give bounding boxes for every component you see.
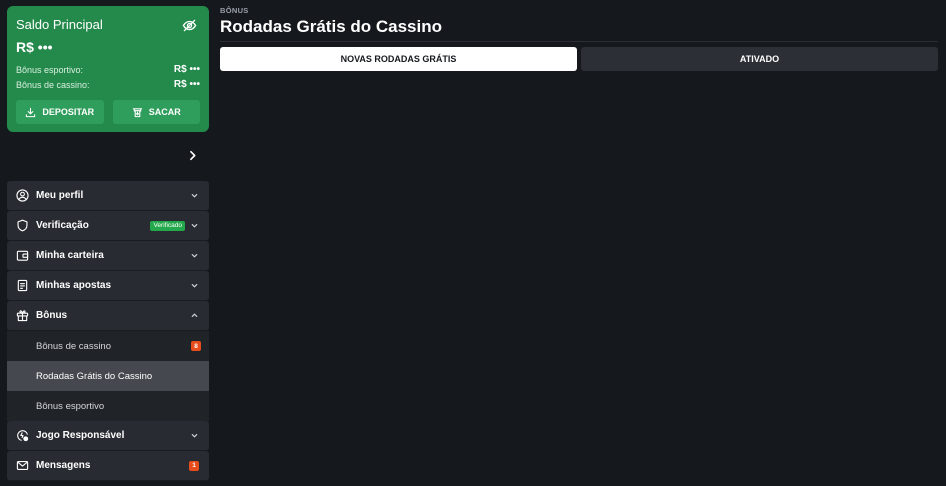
submenu-item-casino-bonus[interactable]: Bônus de cassino 8: [7, 331, 209, 361]
balance-actions: DEPOSITAR SACAR: [16, 100, 200, 124]
download-icon: [25, 107, 36, 118]
gift-icon: [16, 309, 29, 322]
menu-item-bonus[interactable]: Bônus: [7, 301, 209, 331]
withdraw-button[interactable]: SACAR: [112, 100, 200, 124]
user-circle-icon: [16, 189, 29, 202]
sports-bonus-label: Bônus esportivo:: [16, 64, 84, 75]
menu-item-label: Mensagens: [36, 460, 91, 471]
deposit-button[interactable]: DEPOSITAR: [16, 100, 104, 124]
wallet-icon: [16, 249, 29, 262]
balance-title: Saldo Principal: [16, 17, 103, 32]
balance-card: Saldo Principal R$ ••• Bônus esportivo: …: [7, 6, 209, 132]
free-spins-tabs: NOVAS RODADAS GRÁTIS ATIVADO: [220, 47, 938, 71]
chevron-right-icon[interactable]: [186, 149, 199, 162]
shield-icon: [16, 219, 29, 232]
withdraw-icon: [132, 107, 143, 118]
responsible-gaming-icon: [16, 429, 29, 442]
submenu-item-label: Bônus de cassino: [36, 340, 111, 352]
submenu-item-label: Rodadas Grátis do Cassino: [36, 370, 153, 382]
chevron-down-icon: [190, 251, 199, 260]
chevron-down-icon: [190, 431, 199, 440]
casino-bonus-count-badge: 8: [191, 341, 201, 351]
withdraw-label: SACAR: [148, 107, 181, 117]
chevron-down-icon: [190, 281, 199, 290]
casino-bonus-value: R$ •••: [173, 79, 200, 90]
title-divider: [220, 41, 938, 42]
submenu-item-free-spins[interactable]: Rodadas Grátis do Cassino: [7, 361, 209, 391]
casino-bonus-row: Bônus de cassino: R$ •••: [16, 77, 200, 92]
tab-new-free-spins[interactable]: NOVAS RODADAS GRÁTIS: [220, 47, 577, 71]
receipt-icon: [16, 279, 29, 292]
menu-item-label: Verificação: [36, 220, 89, 231]
menu-item-label: Jogo Responsável: [36, 430, 125, 441]
deposit-label: DEPOSITAR: [42, 107, 95, 117]
menu-item-wallet[interactable]: Minha carteira: [7, 241, 209, 271]
submenu-item-label: Bônus esportivo: [36, 400, 105, 412]
tab-activated[interactable]: ATIVADO: [581, 47, 938, 71]
submenu-item-sports-bonus[interactable]: Bônus esportivo: [7, 391, 209, 421]
account-menu: Meu perfil Verificação Verificado Minha …: [7, 181, 209, 481]
menu-item-label: Meu perfil: [36, 190, 84, 201]
verified-badge: Verificado: [150, 220, 185, 231]
menu-item-bets[interactable]: Minhas apostas: [7, 271, 209, 301]
sports-bonus-value: R$ •••: [173, 64, 200, 75]
menu-item-verification[interactable]: Verificação Verificado: [7, 211, 209, 241]
menu-item-messages[interactable]: Mensagens 1: [7, 451, 209, 481]
menu-item-label: Minha carteira: [36, 250, 104, 261]
chevron-down-icon: [190, 191, 199, 200]
casino-bonus-label: Bônus de cassino:: [16, 79, 90, 90]
sports-bonus-row: Bônus esportivo: R$ •••: [16, 62, 200, 77]
menu-item-label: Minhas apostas: [36, 280, 112, 291]
balance-amount: R$ •••: [16, 39, 53, 55]
menu-item-profile[interactable]: Meu perfil: [7, 181, 209, 211]
chevron-down-icon: [190, 221, 199, 230]
breadcrumb[interactable]: BÔNUS: [220, 6, 249, 15]
menu-item-responsible-gaming[interactable]: Jogo Responsável: [7, 421, 209, 451]
messages-count-badge: 1: [189, 460, 199, 471]
eye-off-icon[interactable]: [182, 18, 197, 33]
page-title: Rodadas Grátis do Cassino: [220, 17, 442, 36]
chevron-up-icon: [190, 311, 199, 320]
mail-icon: [16, 459, 29, 472]
menu-item-label: Bônus: [36, 310, 68, 321]
